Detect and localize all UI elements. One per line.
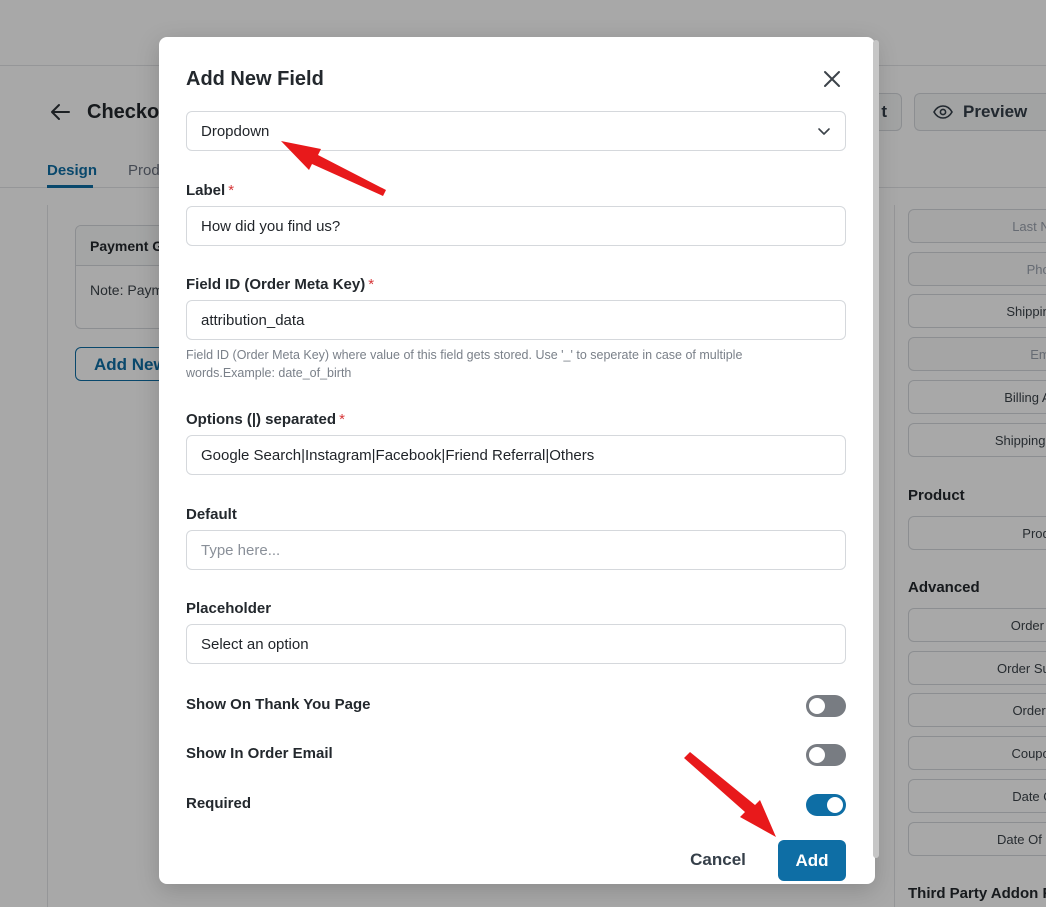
toggle-knob — [827, 797, 843, 813]
close-button[interactable] — [819, 66, 845, 92]
modal-title: Add New Field — [186, 68, 324, 90]
placeholder-label: Placeholder — [186, 600, 272, 617]
label-input[interactable] — [186, 206, 846, 246]
show-on-thank-you-page-toggle[interactable] — [806, 695, 846, 717]
options-label: Options (|) separated * — [186, 411, 345, 428]
default-label: Default — [186, 506, 237, 523]
placeholder-input[interactable] — [186, 624, 846, 664]
cancel-button[interactable]: Cancel — [668, 842, 768, 878]
required-toggle[interactable] — [806, 794, 846, 816]
label-field-label: Label * — [186, 182, 235, 199]
required-mark: * — [368, 276, 375, 293]
chevron-down-icon — [818, 128, 830, 135]
default-input[interactable] — [186, 530, 846, 570]
field-type-select[interactable]: Dropdown — [186, 111, 846, 151]
modal-scrollbar[interactable] — [873, 40, 879, 858]
toggle-label-thank-you-page: Show On Thank You Page — [186, 696, 371, 713]
show-in-order-email-toggle[interactable] — [806, 744, 846, 766]
toggle-knob — [809, 747, 825, 763]
field-id-label: Field ID (Order Meta Key) * — [186, 276, 375, 293]
field-type-value: Dropdown — [201, 122, 270, 140]
field-id-input[interactable] — [186, 300, 846, 340]
required-mark: * — [228, 182, 235, 199]
close-icon — [824, 71, 840, 87]
required-mark: * — [339, 411, 345, 428]
field-id-help-text: Field ID (Order Meta Key) where value of… — [186, 348, 743, 380]
add-button[interactable]: Add — [778, 840, 846, 881]
toggle-label-order-email: Show In Order Email — [186, 745, 333, 762]
add-new-field-modal: Add New Field Dropdown Label* Field ID (… — [159, 37, 875, 884]
toggle-label-required: Required — [186, 795, 252, 812]
options-input[interactable] — [186, 435, 846, 475]
toggle-knob — [809, 698, 825, 714]
